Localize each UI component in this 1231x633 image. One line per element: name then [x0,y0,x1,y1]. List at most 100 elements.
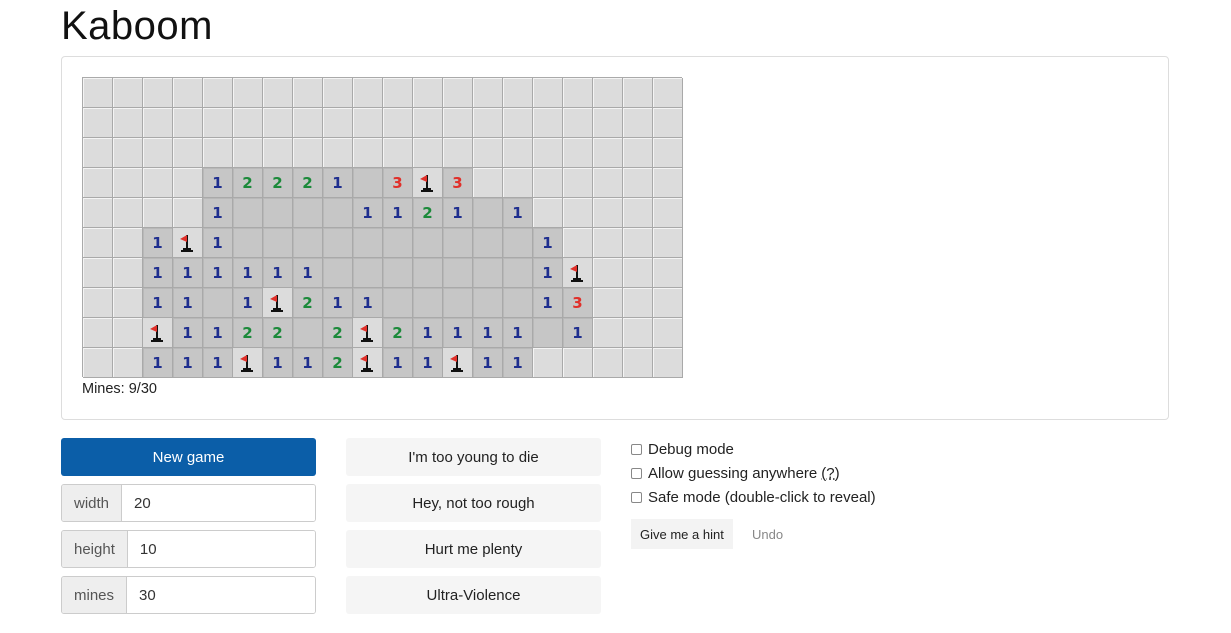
hidden-cell[interactable] [83,168,113,198]
revealed-empty-cell[interactable] [323,198,353,228]
hidden-cell[interactable] [413,138,443,168]
hidden-cell[interactable] [653,258,683,288]
revealed-number-cell[interactable]: 1 [203,258,233,288]
hidden-cell[interactable] [593,198,623,228]
hidden-cell[interactable] [623,348,653,378]
hidden-cell[interactable] [263,108,293,138]
hidden-cell[interactable] [593,258,623,288]
hidden-cell[interactable] [83,258,113,288]
hidden-cell[interactable] [623,258,653,288]
revealed-empty-cell[interactable] [323,228,353,258]
hidden-cell[interactable] [113,258,143,288]
hidden-cell[interactable] [653,78,683,108]
revealed-empty-cell[interactable] [383,288,413,318]
safe-mode-option[interactable]: Safe mode (double-click to reveal) [631,489,876,506]
revealed-number-cell[interactable]: 1 [323,168,353,198]
revealed-empty-cell[interactable] [203,288,233,318]
revealed-number-cell[interactable]: 1 [173,288,203,318]
hidden-cell[interactable] [113,198,143,228]
hidden-cell[interactable] [653,198,683,228]
revealed-empty-cell[interactable] [473,228,503,258]
revealed-empty-cell[interactable] [413,258,443,288]
revealed-number-cell[interactable]: 1 [143,288,173,318]
revealed-empty-cell[interactable] [503,288,533,318]
hidden-cell[interactable] [203,108,233,138]
revealed-empty-cell[interactable] [473,258,503,288]
hidden-cell[interactable] [353,138,383,168]
revealed-empty-cell[interactable] [443,258,473,288]
difficulty-ultra-violence-button[interactable]: Ultra-Violence [346,576,601,614]
difficulty-hurt-me-plenty-button[interactable]: Hurt me plenty [346,530,601,568]
hidden-cell[interactable] [173,108,203,138]
hidden-cell[interactable] [83,108,113,138]
hidden-cell[interactable] [653,288,683,318]
revealed-empty-cell[interactable] [503,258,533,288]
hidden-cell[interactable] [143,138,173,168]
flagged-cell[interactable] [233,348,263,378]
hidden-cell[interactable] [623,288,653,318]
revealed-empty-cell[interactable] [443,228,473,258]
hidden-cell[interactable] [503,138,533,168]
hidden-cell[interactable] [413,108,443,138]
hidden-cell[interactable] [353,108,383,138]
help-link[interactable]: (?) [821,465,839,482]
hidden-cell[interactable] [323,138,353,168]
hidden-cell[interactable] [293,108,323,138]
hidden-cell[interactable] [173,198,203,228]
revealed-empty-cell[interactable] [353,228,383,258]
revealed-number-cell[interactable]: 2 [413,198,443,228]
revealed-number-cell[interactable]: 1 [503,348,533,378]
hidden-cell[interactable] [203,138,233,168]
hidden-cell[interactable] [653,138,683,168]
revealed-number-cell[interactable]: 2 [383,318,413,348]
revealed-number-cell[interactable]: 2 [323,318,353,348]
revealed-empty-cell[interactable] [323,258,353,288]
hidden-cell[interactable] [533,168,563,198]
revealed-number-cell[interactable]: 1 [533,258,563,288]
revealed-number-cell[interactable]: 1 [353,198,383,228]
revealed-empty-cell[interactable] [383,228,413,258]
revealed-number-cell[interactable]: 1 [203,318,233,348]
revealed-empty-cell[interactable] [233,198,263,228]
hidden-cell[interactable] [113,288,143,318]
revealed-number-cell[interactable]: 1 [353,288,383,318]
flagged-cell[interactable] [563,258,593,288]
revealed-number-cell[interactable]: 1 [173,258,203,288]
revealed-number-cell[interactable]: 1 [443,318,473,348]
hidden-cell[interactable] [653,348,683,378]
hidden-cell[interactable] [143,78,173,108]
revealed-number-cell[interactable]: 1 [143,348,173,378]
revealed-number-cell[interactable]: 1 [533,288,563,318]
hidden-cell[interactable] [473,108,503,138]
difficulty-not-too-rough-button[interactable]: Hey, not too rough [346,484,601,522]
hidden-cell[interactable] [143,108,173,138]
revealed-empty-cell[interactable] [413,288,443,318]
hidden-cell[interactable] [113,228,143,258]
revealed-number-cell[interactable]: 2 [233,318,263,348]
hidden-cell[interactable] [323,78,353,108]
revealed-empty-cell[interactable] [413,228,443,258]
revealed-number-cell[interactable]: 1 [233,258,263,288]
hidden-cell[interactable] [83,228,113,258]
revealed-empty-cell[interactable] [473,288,503,318]
revealed-number-cell[interactable]: 2 [233,168,263,198]
mines-input[interactable] [127,577,315,613]
hidden-cell[interactable] [623,168,653,198]
revealed-number-cell[interactable]: 2 [293,288,323,318]
minefield-board[interactable]: 1222133111211111111111111121113112222111… [82,77,683,378]
hidden-cell[interactable] [503,108,533,138]
revealed-number-cell[interactable]: 1 [503,318,533,348]
hidden-cell[interactable] [653,108,683,138]
revealed-number-cell[interactable]: 1 [383,198,413,228]
hidden-cell[interactable] [593,318,623,348]
difficulty-too-young-button[interactable]: I'm too young to die [346,438,601,476]
hidden-cell[interactable] [653,168,683,198]
hidden-cell[interactable] [623,78,653,108]
hidden-cell[interactable] [533,78,563,108]
revealed-number-cell[interactable]: 1 [173,318,203,348]
hidden-cell[interactable] [563,228,593,258]
revealed-empty-cell[interactable] [263,198,293,228]
debug-mode-option[interactable]: Debug mode [631,441,734,458]
hidden-cell[interactable] [443,108,473,138]
revealed-number-cell[interactable]: 1 [503,198,533,228]
